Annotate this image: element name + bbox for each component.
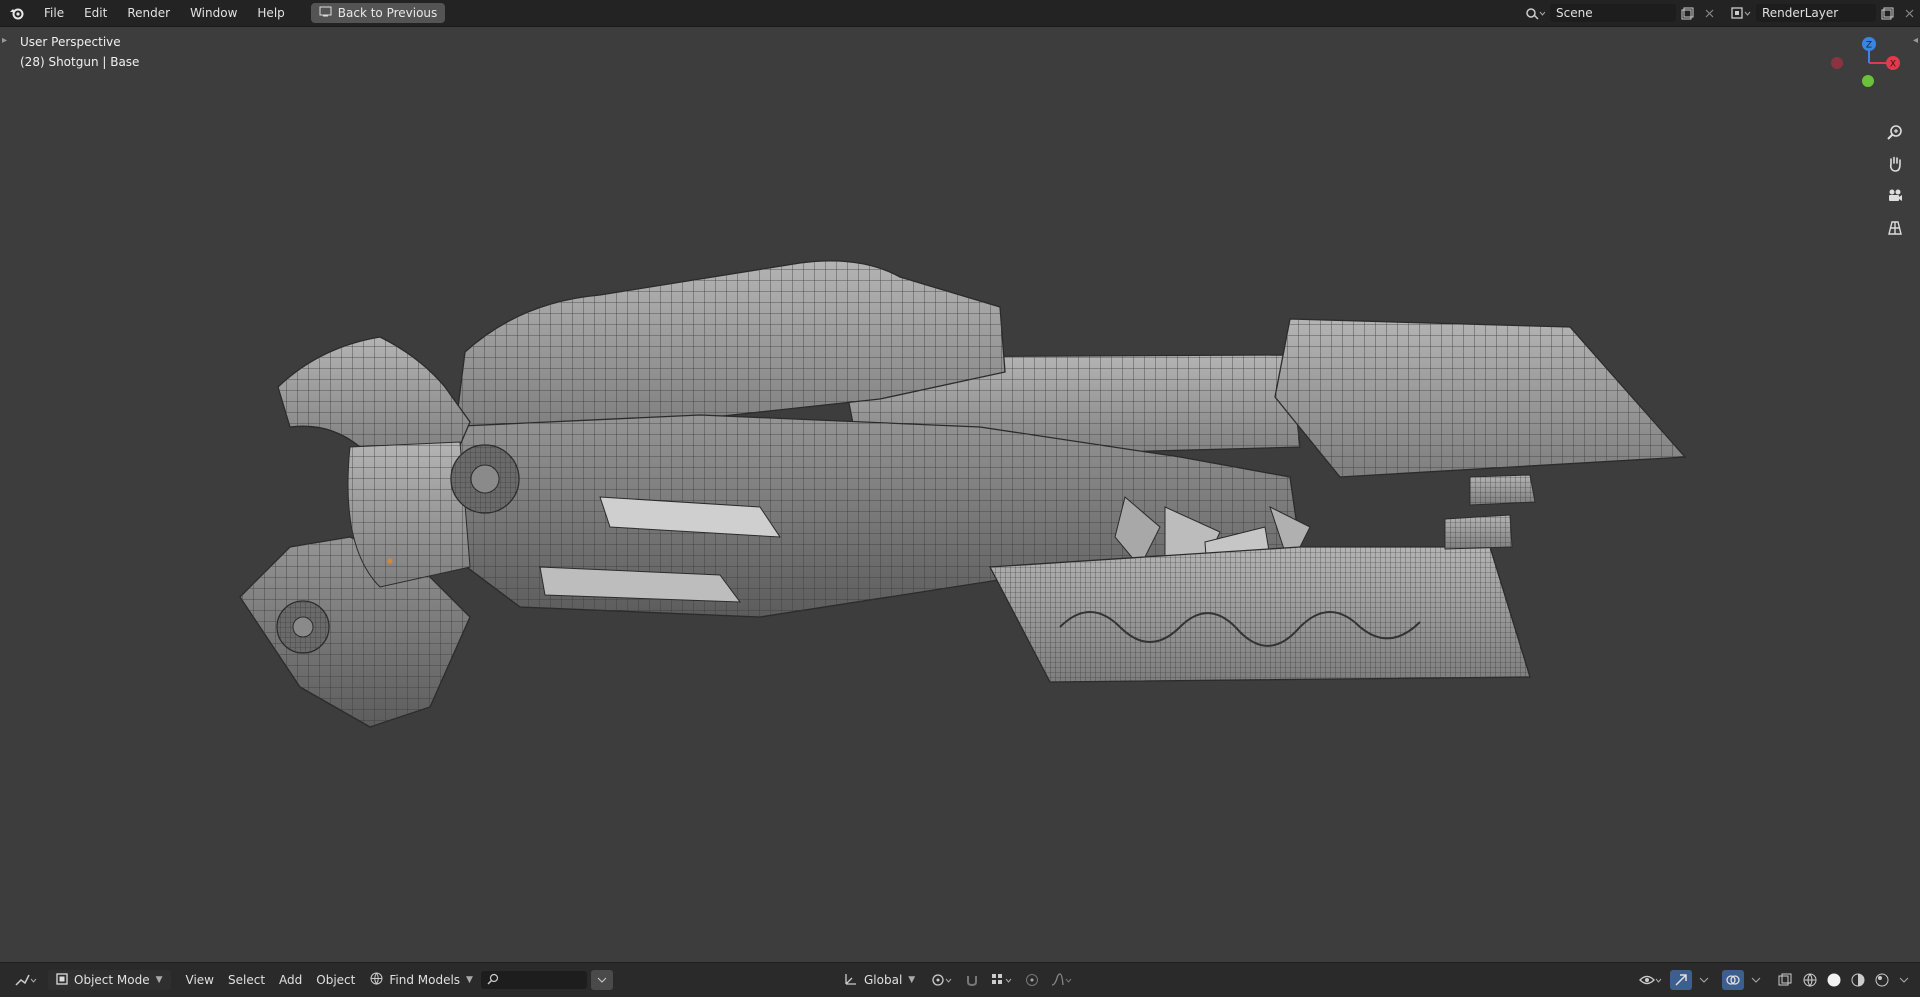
transform-tools: Global ▼ <box>836 963 1077 997</box>
transform-orientation-dropdown[interactable]: Global ▼ <box>836 970 923 990</box>
scene-new-icon[interactable] <box>1676 3 1698 23</box>
search-icon <box>487 973 499 988</box>
material-preview-shading-icon[interactable] <box>1848 970 1868 990</box>
scene-name: Scene <box>1556 6 1593 20</box>
scene-selector-icon[interactable] <box>1520 3 1550 23</box>
search-input[interactable] <box>480 971 587 989</box>
menu-view[interactable]: View <box>179 969 221 991</box>
menu-render[interactable]: Render <box>117 0 180 26</box>
xray-toggle-icon[interactable] <box>1774 970 1796 990</box>
menu-edit[interactable]: Edit <box>74 0 117 26</box>
wireframe-shading-icon[interactable] <box>1800 970 1820 990</box>
object-origin-point <box>387 558 393 564</box>
rendered-shading-icon[interactable] <box>1872 970 1892 990</box>
viewport-display-tools <box>1636 963 1912 997</box>
menu-add[interactable]: Add <box>272 969 309 991</box>
transform-orientation-label: Global <box>864 973 903 987</box>
top-menu-bar: File Edit Render Window Help Back to Pre… <box>0 0 1920 27</box>
mode-label: Object Mode <box>74 973 150 987</box>
viewport-header: Object Mode ▼ View Select Add Object Fin… <box>0 962 1920 997</box>
chevron-down-icon: ▼ <box>908 975 916 985</box>
menu-help[interactable]: Help <box>247 0 294 26</box>
proportional-editing-icon[interactable] <box>1021 970 1043 990</box>
scene-name-field[interactable]: Scene <box>1550 4 1676 22</box>
render-layer-field[interactable]: RenderLayer <box>1756 4 1876 22</box>
gizmo-options-chevron-icon[interactable] <box>1696 970 1712 990</box>
gizmo-toggle-icon[interactable] <box>1670 970 1692 990</box>
falloff-icon[interactable] <box>1047 970 1077 990</box>
chevron-down-icon: ▼ <box>155 975 163 985</box>
find-models-dropdown[interactable]: Find Models ▼ <box>362 970 481 990</box>
shading-options-chevron-icon[interactable] <box>1896 970 1912 990</box>
mode-dropdown[interactable]: Object Mode ▼ <box>48 970 171 990</box>
find-models-label: Find Models <box>389 973 461 987</box>
solid-shading-icon[interactable] <box>1824 970 1844 990</box>
scene-close-icon[interactable] <box>1698 3 1720 23</box>
menu-window[interactable]: Window <box>180 0 247 26</box>
overlays-toggle-icon[interactable] <box>1722 970 1744 990</box>
globe-icon <box>370 972 383 988</box>
shotgun-model[interactable] <box>0 27 1920 962</box>
render-layer-selector-icon[interactable] <box>1726 3 1756 23</box>
chevron-down-icon: ▼ <box>466 975 473 985</box>
back-to-previous-label: Back to Previous <box>337 6 438 20</box>
topbar-right-section: Scene RenderLayer <box>1520 0 1920 26</box>
3d-viewport[interactable]: ▸ ◂ User Perspective (28) Shotgun | Base… <box>0 27 1920 962</box>
back-icon <box>319 6 332 20</box>
orientation-axes-icon <box>844 972 858 989</box>
blender-logo-icon[interactable] <box>0 0 34 26</box>
back-to-previous-button[interactable]: Back to Previous <box>310 3 446 23</box>
editor-type-icon[interactable] <box>8 969 44 991</box>
search-options-icon[interactable] <box>590 970 613 990</box>
overlays-options-chevron-icon[interactable] <box>1748 970 1764 990</box>
render-layer-new-icon[interactable] <box>1876 3 1898 23</box>
snap-target-icon[interactable] <box>987 970 1017 990</box>
render-layer-name: RenderLayer <box>1762 6 1839 20</box>
menu-select[interactable]: Select <box>221 969 272 991</box>
snap-toggle-icon[interactable] <box>961 970 983 990</box>
visibility-eye-icon[interactable] <box>1636 970 1666 990</box>
menu-object[interactable]: Object <box>309 969 362 991</box>
menu-file[interactable]: File <box>34 0 74 26</box>
render-layer-close-icon[interactable] <box>1898 3 1920 23</box>
pivot-point-icon[interactable] <box>927 970 957 990</box>
object-mode-icon <box>56 972 68 988</box>
